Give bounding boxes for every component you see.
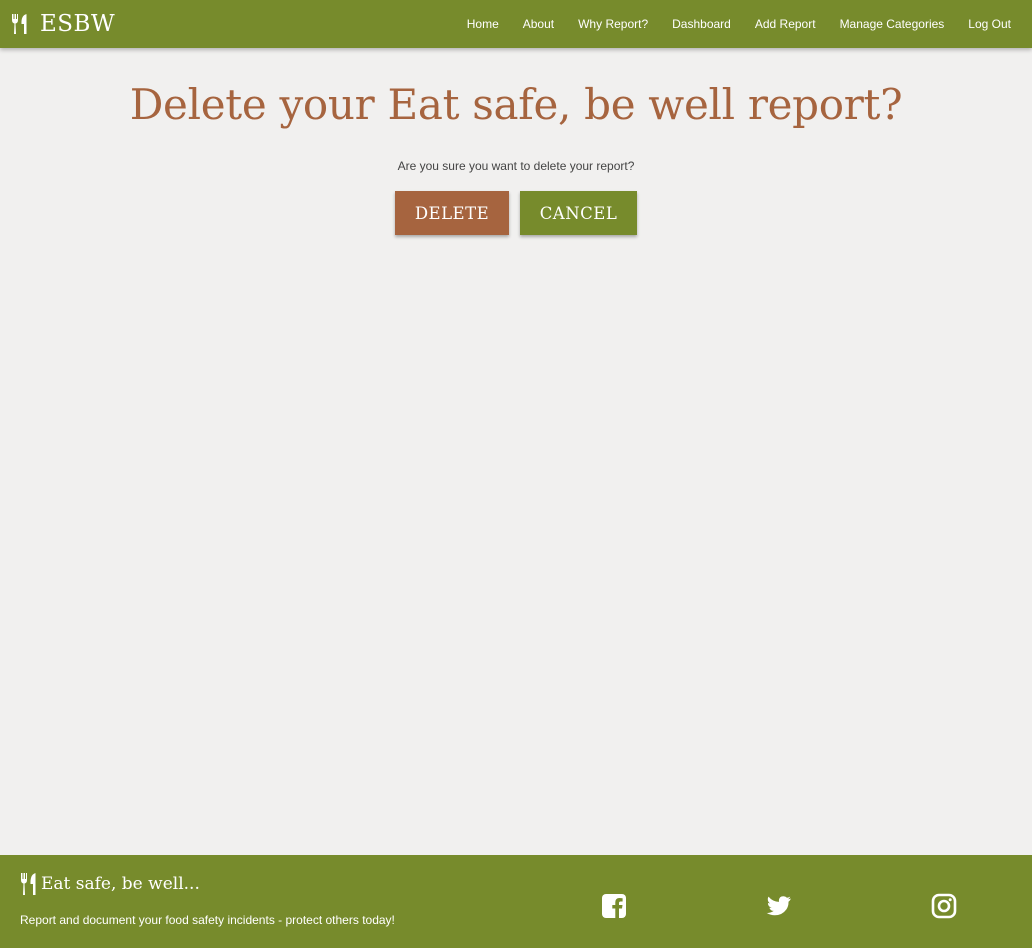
nav-link-dashboard[interactable]: Dashboard (660, 0, 743, 48)
nav-links: Home About Why Report? Dashboard Add Rep… (455, 0, 1023, 48)
page-title: Delete your Eat safe, be well report? (129, 80, 903, 129)
footer-brand: Eat safe, be well... (20, 873, 200, 895)
cancel-button[interactable]: CANCEL (520, 191, 637, 235)
facebook-icon[interactable] (601, 893, 627, 919)
footer: Eat safe, be well... Report and document… (0, 855, 1032, 948)
footer-brand-text: Eat safe, be well... (41, 874, 200, 894)
action-buttons: DELETE CANCEL (0, 191, 1032, 235)
utensils-icon (21, 873, 36, 895)
footer-tagline: Report and document your food safety inc… (20, 913, 395, 927)
utensils-icon (12, 14, 27, 34)
instagram-icon[interactable] (931, 893, 957, 919)
main-content: Delete your Eat safe, be well report? Ar… (0, 48, 1032, 854)
brand-text: ESBW (40, 11, 116, 37)
nav-link-log-out[interactable]: Log Out (956, 0, 1023, 48)
nav-link-why-report[interactable]: Why Report? (566, 0, 660, 48)
nav-link-add-report[interactable]: Add Report (743, 0, 828, 48)
delete-button[interactable]: DELETE (395, 191, 509, 235)
nav-link-about[interactable]: About (511, 0, 566, 48)
nav-link-manage-categories[interactable]: Manage Categories (828, 0, 957, 48)
confirm-message: Are you sure you want to delete your rep… (397, 159, 635, 173)
twitter-icon[interactable] (766, 893, 792, 919)
brand-logo-link[interactable]: ESBW (11, 11, 115, 37)
nav-link-home[interactable]: Home (455, 0, 511, 48)
navbar: ESBW Home About Why Report? Dashboard Ad… (0, 0, 1032, 48)
